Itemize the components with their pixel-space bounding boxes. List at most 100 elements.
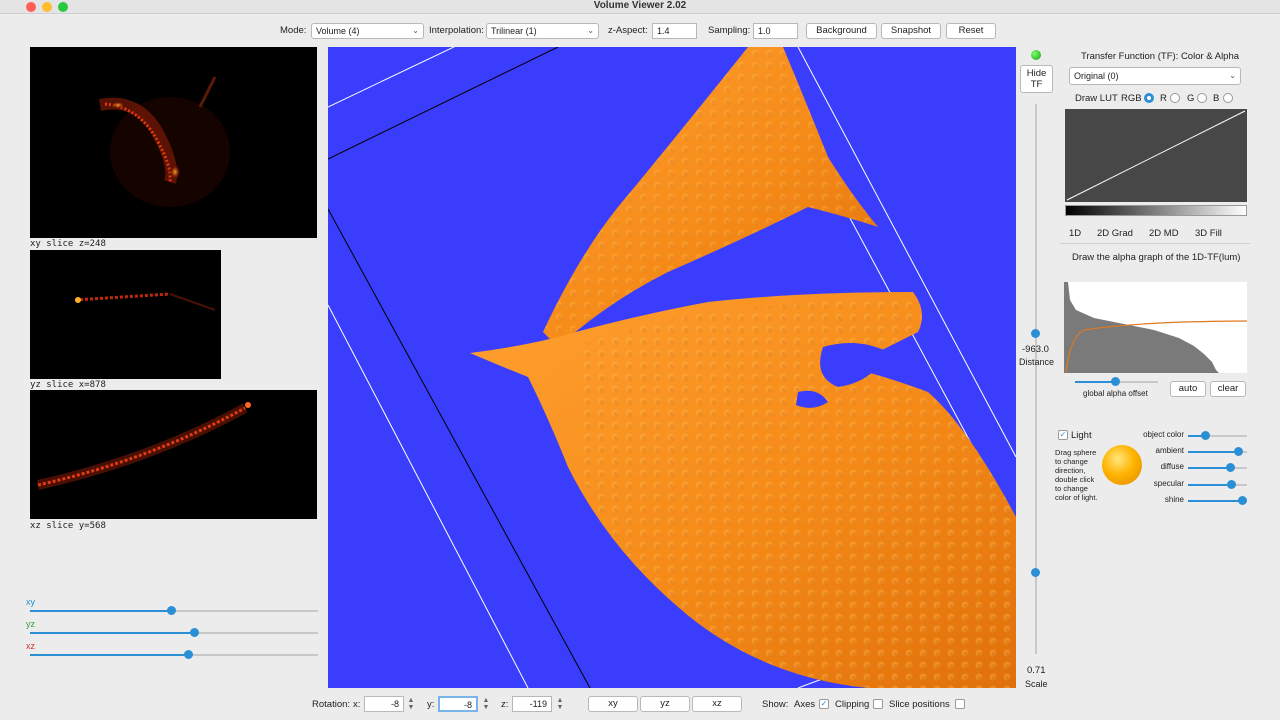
xy-slice-image (98, 76, 230, 207)
interpolation-label: Interpolation: (429, 25, 484, 36)
sampling-field[interactable]: 1.0 (753, 23, 798, 39)
view-xz-button[interactable]: xz (692, 696, 742, 712)
yz-slice-view[interactable] (30, 250, 221, 379)
scale-value: 0.71 (1027, 665, 1046, 676)
global-alpha-fill (1075, 381, 1116, 383)
lut-graph[interactable] (1065, 109, 1247, 202)
light-help-line: double click (1055, 475, 1095, 484)
object-color-label: object color (1143, 430, 1184, 439)
rotation-y-stepper-icon[interactable]: ▲ ▼ (481, 697, 491, 711)
volume-render-viewport[interactable] (328, 47, 1016, 688)
light-help-line: to change (1055, 457, 1088, 466)
global-alpha-label: global alpha offset (1083, 389, 1148, 398)
xz-slice-view[interactable] (30, 390, 317, 519)
xz-slice-image (36, 402, 251, 490)
tab-3d-fill[interactable]: 3D Fill (1195, 228, 1222, 239)
xy-slice-label: xy slice z=248 (30, 239, 106, 249)
b-radio[interactable] (1223, 93, 1233, 103)
xz-slice-label: xz slice y=568 (30, 521, 106, 531)
slice-positions-checkbox[interactable] (955, 699, 965, 709)
light-help-line: direction, (1055, 466, 1086, 475)
global-alpha-knob[interactable] (1111, 377, 1120, 386)
xz-slider-label: xz (26, 641, 35, 651)
r-label: R (1160, 93, 1167, 104)
status-indicator-icon (1031, 50, 1041, 60)
diffuse-slider-fill (1188, 467, 1230, 469)
xy-slider-knob[interactable] (167, 606, 176, 615)
tab-2d-md[interactable]: 2D MD (1149, 228, 1179, 239)
hide-tf-button[interactable]: Hide TF (1020, 65, 1053, 93)
clipping-checkbox[interactable] (873, 699, 883, 709)
rotation-x-field[interactable]: -8 (364, 696, 404, 712)
light-checkbox[interactable]: ✓ (1058, 430, 1068, 440)
z-aspect-field[interactable]: 1.4 (652, 23, 697, 39)
rotation-z-stepper-icon[interactable]: ▲ ▼ (555, 697, 565, 711)
reset-button[interactable]: Reset (946, 23, 996, 39)
auto-button[interactable]: auto (1170, 381, 1206, 397)
g-label: G (1187, 93, 1195, 104)
xy-slider-fill (30, 610, 171, 612)
yz-slider-label: yz (26, 619, 35, 629)
shine-label: shine (1164, 495, 1184, 504)
shine-slider-fill (1188, 500, 1242, 502)
yz-slider-knob[interactable] (190, 628, 199, 637)
distance-value: -963.0 (1022, 344, 1049, 355)
tabs-divider (1060, 243, 1250, 244)
lut-select[interactable]: Original (0) ⌄ (1069, 67, 1241, 85)
volume-render (328, 47, 1016, 688)
mode-select[interactable]: Volume (4) ⌄ (311, 23, 424, 39)
ambient-slider-knob[interactable] (1234, 447, 1243, 456)
clear-button[interactable]: clear (1210, 381, 1246, 397)
view-yz-button[interactable]: yz (640, 696, 690, 712)
hide-tf-label-line2: TF (1030, 79, 1043, 90)
background-button[interactable]: Background (806, 23, 877, 39)
view-xy-button[interactable]: xy (588, 696, 638, 712)
xy-slider-label: xy (26, 597, 35, 607)
specular-slider-fill (1188, 484, 1231, 486)
lut-curve (1066, 110, 1246, 201)
show-label: Show: (762, 699, 789, 710)
shine-slider-knob[interactable] (1238, 496, 1247, 505)
tf-instruction: Draw the alpha graph of the 1D-TF(lum) (1072, 252, 1241, 263)
distance-label: Distance (1019, 357, 1055, 367)
mode-select-value: Volume (4) (316, 26, 360, 36)
diffuse-label: diffuse (1160, 462, 1184, 471)
yz-slice-label: yz slice x=878 (30, 380, 106, 390)
rgb-label: RGB (1121, 93, 1142, 104)
rotation-x-stepper-icon[interactable]: ▲ ▼ (406, 697, 416, 711)
scale-slider-knob[interactable] (1031, 568, 1040, 577)
r-radio[interactable] (1170, 93, 1180, 103)
rotation-y-label: y: (427, 699, 435, 710)
object-color-slider-knob[interactable] (1201, 431, 1210, 440)
sampling-label: Sampling: (708, 25, 751, 36)
light-help-line: to change (1055, 484, 1088, 493)
light-help-text: Drag sphere to change direction, double cli… (1055, 448, 1098, 502)
xy-slice-view[interactable] (30, 47, 317, 238)
axes-label: Axes (794, 699, 816, 710)
ambient-label: ambient (1155, 446, 1184, 455)
interpolation-select-value: Trilinear (1) (491, 26, 537, 36)
diffuse-slider-knob[interactable] (1226, 463, 1235, 472)
rotation-y-field[interactable]: -8 (438, 696, 478, 712)
tab-2d-grad[interactable]: 2D Grad (1097, 228, 1133, 239)
title-bar: Volume Viewer 2.02 (0, 0, 1280, 14)
rotation-z-field[interactable]: -119 (512, 696, 552, 712)
z-aspect-label: z-Aspect: (608, 25, 648, 36)
interpolation-select[interactable]: Trilinear (1) ⌄ (486, 23, 599, 39)
tf-title: Transfer Function (TF): Color & Alpha (1081, 51, 1240, 62)
alpha-graph[interactable] (1064, 282, 1248, 374)
specular-slider-knob[interactable] (1227, 480, 1236, 489)
clipping-label: Clipping (835, 699, 870, 710)
g-radio[interactable] (1197, 93, 1207, 103)
lut-select-value: Original (0) (1074, 71, 1119, 81)
distance-slider-knob[interactable] (1031, 329, 1040, 338)
alpha-histogram (1064, 282, 1248, 374)
tab-1d[interactable]: 1D (1069, 228, 1081, 239)
window-title: Volume Viewer 2.02 (593, 0, 687, 11)
axes-checkbox[interactable]: ✓ (819, 699, 829, 709)
xz-slider-knob[interactable] (184, 650, 193, 659)
snapshot-button[interactable]: Snapshot (881, 23, 941, 39)
scale-label: Scale (1025, 679, 1048, 689)
light-sphere[interactable] (1102, 445, 1142, 485)
rgb-radio[interactable] (1144, 93, 1154, 103)
